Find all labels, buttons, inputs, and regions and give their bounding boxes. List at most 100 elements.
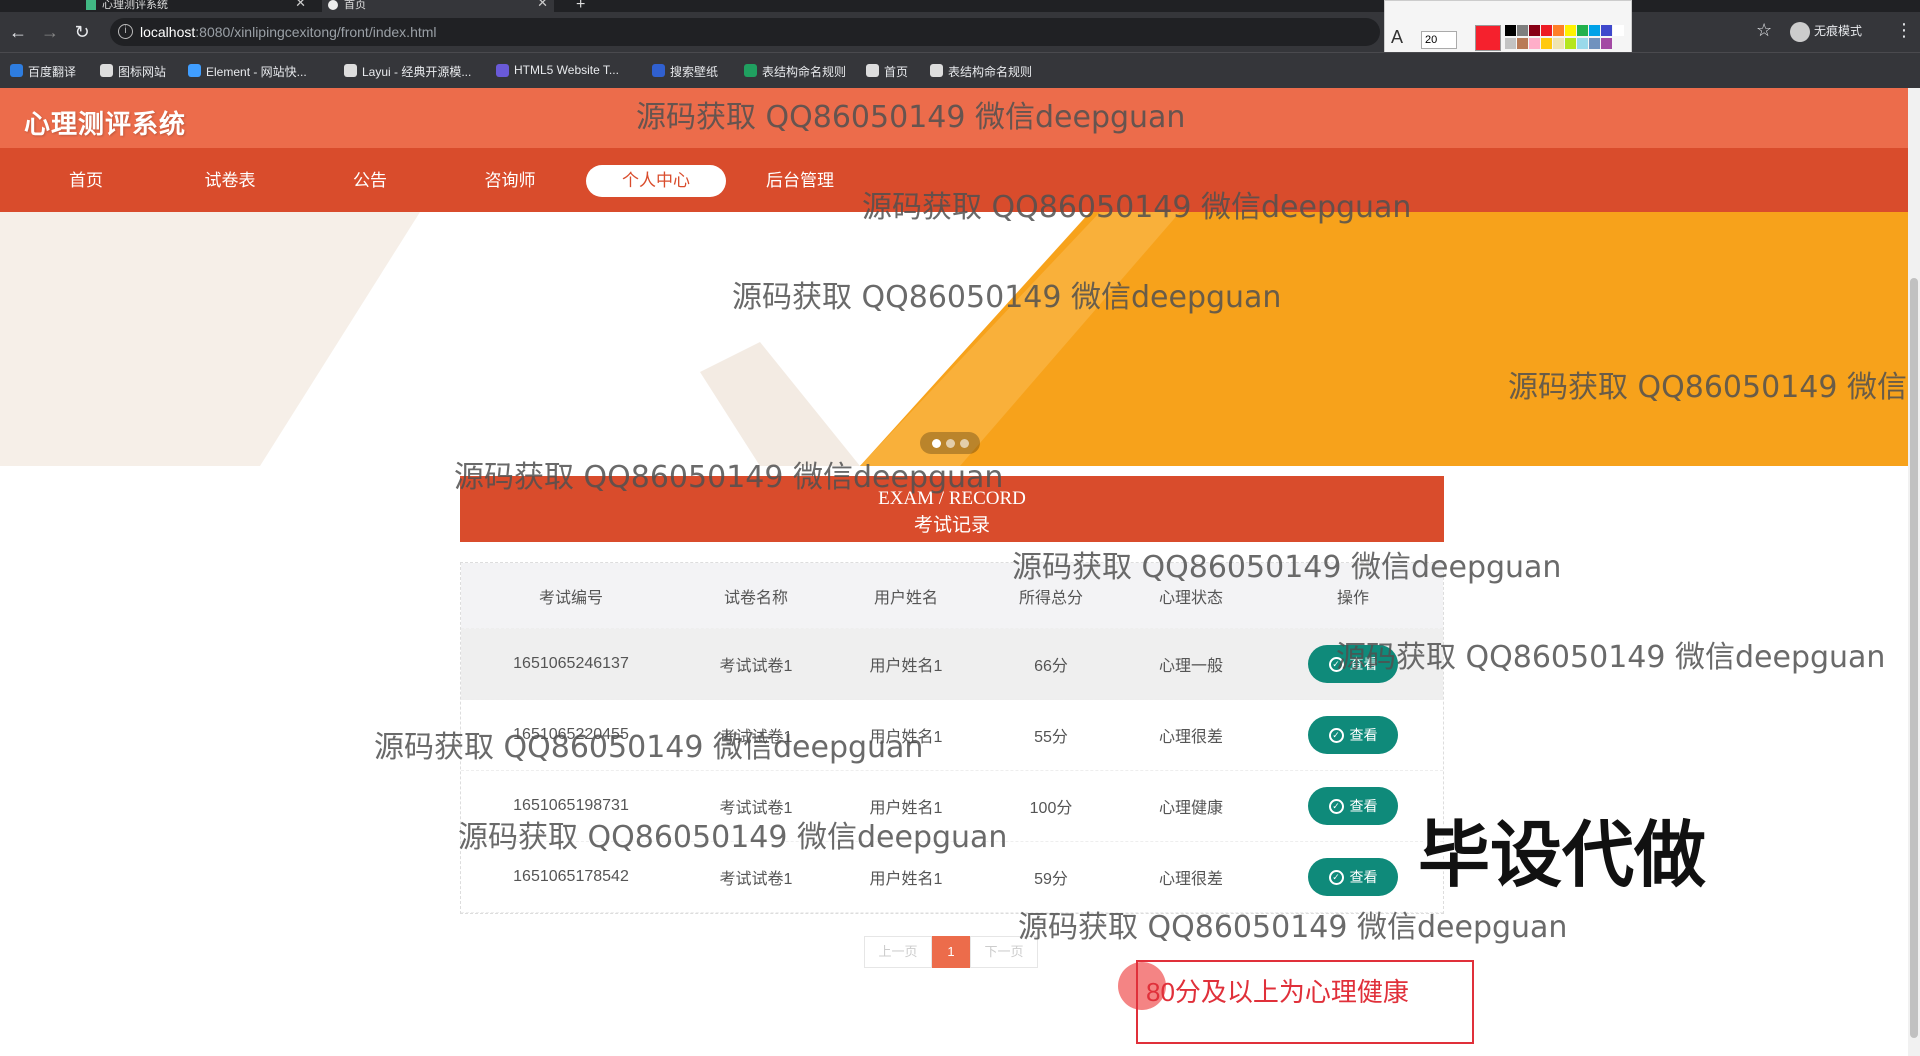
- bookmark-item[interactable]: 表结构命名规则: [930, 63, 1032, 80]
- bookmark-item[interactable]: 搜索壁纸: [652, 63, 718, 80]
- view-label: 查看: [1349, 727, 1378, 743]
- banner-carousel[interactable]: [0, 212, 1908, 466]
- color-swatch[interactable]: [1565, 25, 1576, 36]
- site-logo[interactable]: 心理测评系统: [24, 104, 186, 141]
- view-label: 查看: [1349, 869, 1378, 885]
- close-tab-icon[interactable]: ✕: [537, 0, 548, 9]
- color-swatch[interactable]: [1529, 38, 1540, 49]
- watermark: 源码获取 QQ86050149 微信deepguan: [1508, 370, 1920, 405]
- address-bar: ← → ↻ i localhost:8080/xinlipingcexitong…: [0, 12, 1920, 52]
- color-swatch[interactable]: [1601, 38, 1612, 49]
- exam-id-cell: 1651065246137: [513, 655, 629, 672]
- color-swatch[interactable]: [1529, 25, 1540, 36]
- view-label: 查看: [1349, 798, 1378, 814]
- status-cell: 心理很差: [1158, 729, 1223, 746]
- watermark: 源码获取 QQ86050149 微信deepguan: [1012, 550, 1562, 585]
- annotation-text: 80分及以上为心理健康: [1146, 977, 1409, 1007]
- nav-home[interactable]: 首页: [30, 165, 142, 197]
- bookmark-item[interactable]: HTML5 Website T...: [496, 63, 619, 77]
- color-swatch[interactable]: [1553, 38, 1564, 49]
- bookmark-label: Element - 网站快...: [206, 65, 307, 79]
- color-swatch[interactable]: [1553, 25, 1564, 36]
- text-tool-icon[interactable]: A: [1391, 27, 1403, 48]
- more-menu-icon[interactable]: ⋮: [1895, 20, 1913, 41]
- prev-page-button[interactable]: 上一页: [864, 936, 932, 968]
- bookmark-item[interactable]: 百度翻译: [10, 63, 76, 80]
- nav-papers[interactable]: 试卷表: [174, 165, 286, 197]
- reload-icon[interactable]: ↻: [70, 20, 94, 44]
- color-swatch[interactable]: [1565, 38, 1576, 49]
- color-swatch[interactable]: [1517, 38, 1528, 49]
- column-header: 用户姓名: [873, 589, 938, 607]
- current-color-swatch[interactable]: [1475, 25, 1501, 51]
- bookmark-item[interactable]: Element - 网站快...: [188, 63, 307, 80]
- view-button[interactable]: ✓ 查看: [1308, 858, 1398, 896]
- color-swatch[interactable]: [1577, 38, 1588, 49]
- bookmark-label: Layui - 经典开源模...: [362, 65, 472, 79]
- bookmark-label: 表结构命名规则: [948, 65, 1033, 79]
- check-shield-icon: ✓: [1328, 798, 1344, 814]
- bookmark-label: HTML5 Website T...: [514, 63, 619, 77]
- bookmark-icon: [744, 64, 757, 77]
- table-row: 1651065246137 考试试卷1 用户姓名1 66分 心理一般 ✓ 查看: [461, 629, 1443, 700]
- color-swatch[interactable]: [1505, 38, 1516, 49]
- color-swatch[interactable]: [1613, 25, 1624, 36]
- vue-icon: [86, 0, 96, 10]
- score-cell: 55分: [1034, 729, 1068, 746]
- font-size-select[interactable]: 20: [1421, 31, 1457, 49]
- page-scrollbar[interactable]: [1908, 88, 1920, 1056]
- incognito-label: 无痕模式: [1814, 24, 1863, 39]
- nav-personal-center[interactable]: 个人中心: [586, 165, 726, 197]
- bookmark-icon: [652, 64, 665, 77]
- page-number-button[interactable]: 1: [932, 936, 970, 968]
- color-swatch[interactable]: [1601, 25, 1612, 36]
- url-field[interactable]: i localhost:8080/xinlipingcexitong/front…: [110, 18, 1380, 46]
- bookmark-item[interactable]: 首页: [866, 63, 908, 80]
- color-swatch[interactable]: [1505, 25, 1516, 36]
- watermark: 源码获取 QQ86050149 微信deepguan: [374, 730, 924, 765]
- color-swatch[interactable]: [1589, 38, 1600, 49]
- paper-name-cell: 考试试卷1: [719, 658, 793, 675]
- bookmark-item[interactable]: 表结构命名规则: [744, 63, 846, 80]
- bookmark-item[interactable]: Layui - 经典开源模...: [344, 63, 471, 80]
- bookmark-icon: [344, 64, 357, 77]
- view-button[interactable]: ✓ 查看: [1308, 787, 1398, 825]
- nav-notices[interactable]: 公告: [314, 165, 426, 197]
- close-tab-icon[interactable]: ✕: [295, 0, 306, 9]
- carousel-dot[interactable]: [932, 439, 941, 448]
- status-cell: 心理一般: [1158, 658, 1223, 675]
- action-cell: ✓ 查看: [1261, 700, 1445, 770]
- watermark: 源码获取 QQ86050149 微信deepguan: [862, 190, 1412, 225]
- color-swatch[interactable]: [1577, 25, 1588, 36]
- bookmark-star-icon[interactable]: ☆: [1756, 20, 1772, 41]
- color-swatch[interactable]: [1517, 25, 1528, 36]
- tab-title: 心理测评系统: [102, 0, 168, 11]
- user-name-cell: 用户姓名1: [869, 658, 943, 675]
- info-icon[interactable]: i: [118, 24, 133, 39]
- forward-icon[interactable]: →: [38, 20, 62, 44]
- bookmark-label: 首页: [884, 65, 909, 79]
- nav-counselors[interactable]: 咨询师: [454, 165, 566, 197]
- browser-tab-1[interactable]: 心理测评系统 ✕: [80, 0, 312, 12]
- watermark: 源码获取 QQ86050149 微信deepguan: [454, 460, 1004, 495]
- color-swatch[interactable]: [1589, 25, 1600, 36]
- carousel-dot[interactable]: [960, 439, 969, 448]
- color-swatch[interactable]: [1541, 25, 1552, 36]
- watermark: 源码获取 QQ86050149 微信deepguan: [732, 280, 1282, 315]
- browser-tab-strip: 心理测评系统 ✕ 首页 ✕ +: [0, 0, 1920, 13]
- color-swatch[interactable]: [1541, 38, 1552, 49]
- back-icon[interactable]: ←: [6, 20, 30, 44]
- carousel-dot[interactable]: [946, 439, 955, 448]
- column-header: 试卷名称: [723, 589, 788, 607]
- incognito-indicator[interactable]: 无痕模式: [1790, 22, 1862, 42]
- nav-admin[interactable]: 后台管理: [744, 165, 856, 197]
- scroll-thumb[interactable]: [1910, 278, 1918, 1038]
- browser-tab-2[interactable]: 首页 ✕: [322, 0, 554, 12]
- bookmarks-bar: 百度翻译 图标网站 Element - 网站快... Layui - 经典开源模…: [0, 52, 1920, 88]
- annotation-toolbar: A 20: [1384, 0, 1632, 56]
- tab-title: 首页: [344, 0, 366, 11]
- bookmark-icon: [866, 64, 879, 77]
- view-button[interactable]: ✓ 查看: [1308, 716, 1398, 754]
- score-cell: 66分: [1034, 658, 1068, 675]
- bookmark-item[interactable]: 图标网站: [100, 63, 166, 80]
